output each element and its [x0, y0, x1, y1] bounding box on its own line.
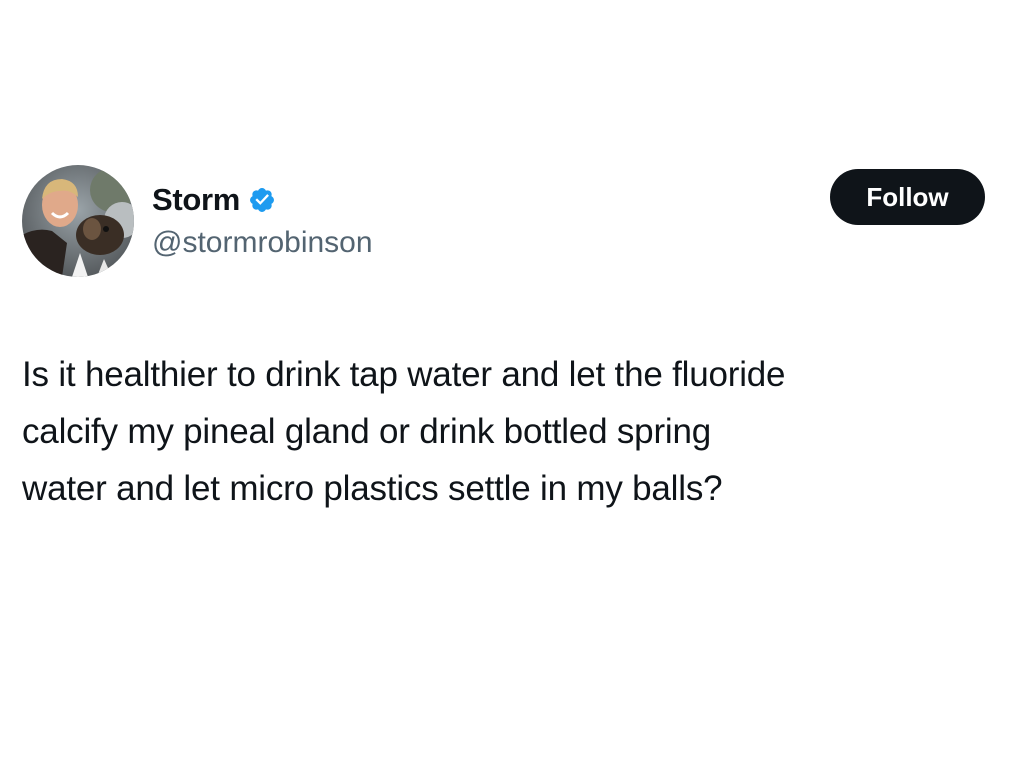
tweet-text: Is it healthier to drink tap water and l…: [22, 346, 1002, 517]
author-display-name[interactable]: Storm: [152, 182, 240, 218]
tweet-text-line: calcify my pineal gland or drink bottled…: [22, 412, 712, 451]
author-handle[interactable]: @stormrobinson: [152, 226, 373, 260]
avatar[interactable]: [22, 165, 134, 277]
follow-button[interactable]: Follow: [830, 169, 985, 225]
tweet-card: Storm @stormrobinson Follow Is it health…: [0, 0, 1024, 758]
verified-badge-icon: [248, 186, 276, 214]
tweet-text-line: water and let micro plastics settle in m…: [22, 469, 723, 508]
profile-photo-icon: [22, 165, 134, 277]
tweet-text-line: Is it healthier to drink tap water and l…: [22, 355, 786, 394]
author-name-row: Storm: [152, 180, 276, 220]
